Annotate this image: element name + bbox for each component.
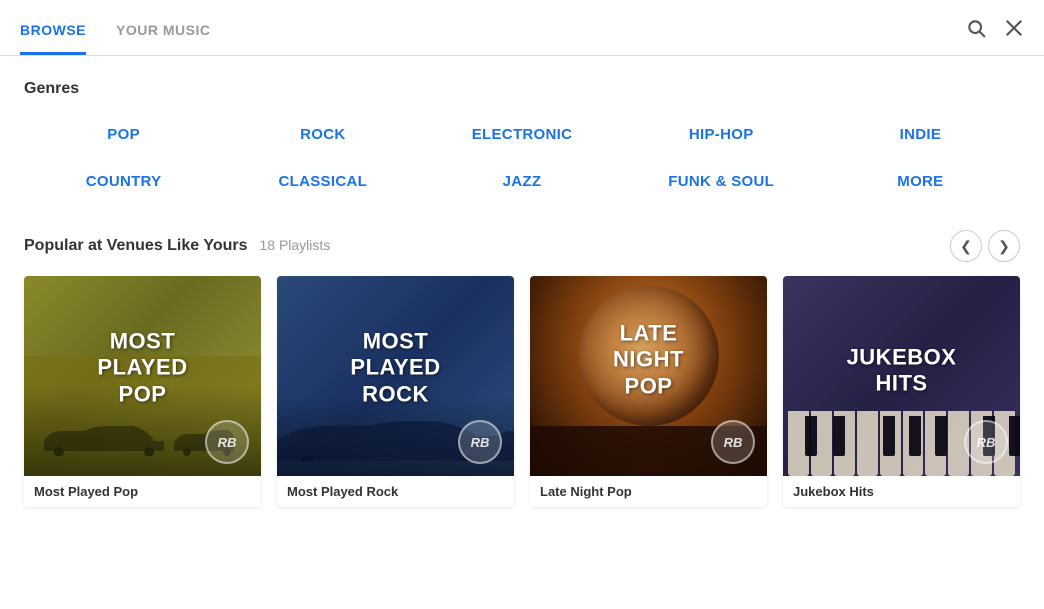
search-icon (966, 18, 986, 38)
genres-title: Genres (24, 80, 1020, 98)
prev-arrow-icon: ❮ (960, 238, 972, 255)
playlist-name-2: Most Played Rock (277, 476, 514, 507)
popular-count: 18 Playlists (259, 237, 330, 253)
genre-item-electronic[interactable]: ELECTRONIC (422, 118, 621, 151)
playlist-label-4: JUKEBOX HITS (842, 344, 961, 397)
close-button[interactable] (1004, 18, 1024, 38)
genre-item-pop[interactable]: POP (24, 118, 223, 151)
genre-item-country[interactable]: COUNTRY (24, 165, 223, 198)
top-navigation: BROWSE YOUR MUSIC (0, 0, 1044, 56)
popular-header: Popular at Venues Like Yours 18 Playlist… (24, 230, 1020, 262)
playlist-name-1: Most Played Pop (24, 476, 261, 507)
rb-badge-4: RB (964, 420, 1008, 464)
rb-badge-1: RB (205, 420, 249, 464)
playlist-name-3: Late Night Pop (530, 476, 767, 507)
nav-tabs: BROWSE YOUR MUSIC (20, 0, 210, 55)
next-arrow-icon: ❯ (998, 238, 1010, 255)
playlist-label-3: LATE NIGHT POP (589, 320, 708, 399)
genre-item-jazz[interactable]: JAZZ (422, 165, 621, 198)
playlist-thumbnail-2: MOST PLAYED ROCK RB (277, 276, 514, 476)
playlist-name-4: Jukebox Hits (783, 476, 1020, 507)
playlist-card-jukebox-hits[interactable]: JUKEBOX HITS RB Jukebox Hits (783, 276, 1020, 507)
rb-badge-2: RB (458, 420, 502, 464)
playlist-nav-arrows: ❮ ❯ (950, 230, 1020, 262)
next-arrow-button[interactable]: ❯ (988, 230, 1020, 262)
popular-title: Popular at Venues Like Yours (24, 237, 247, 255)
close-icon (1004, 18, 1024, 38)
playlist-thumbnail-4: JUKEBOX HITS RB (783, 276, 1020, 476)
playlist-card-most-played-rock[interactable]: MOST PLAYED ROCK RB Most Played Rock (277, 276, 514, 507)
tab-browse[interactable]: BROWSE (20, 22, 86, 55)
popular-title-area: Popular at Venues Like Yours 18 Playlist… (24, 237, 330, 255)
playlists-row: MOST PLAYED POP RB Most Played Pop (24, 276, 1020, 507)
playlist-thumbnail-1: MOST PLAYED POP RB (24, 276, 261, 476)
nav-icons (966, 18, 1024, 38)
playlist-card-most-played-pop[interactable]: MOST PLAYED POP RB Most Played Pop (24, 276, 261, 507)
genre-item-classical[interactable]: CLASSICAL (223, 165, 422, 198)
genre-item-hip-hop[interactable]: HIP-HOP (622, 118, 821, 151)
genre-item-funk-soul[interactable]: FUNK & SOUL (622, 165, 821, 198)
search-button[interactable] (966, 18, 986, 38)
playlist-label-2: MOST PLAYED ROCK (336, 328, 455, 407)
playlist-label-1: MOST PLAYED POP (83, 328, 202, 407)
rb-badge-3: RB (711, 420, 755, 464)
tab-your-music[interactable]: YOUR MUSIC (116, 22, 210, 55)
genre-item-indie[interactable]: INDIE (821, 118, 1020, 151)
genre-item-rock[interactable]: ROCK (223, 118, 422, 151)
main-content: Genres POP ROCK ELECTRONIC HIP-HOP INDIE… (0, 56, 1044, 609)
prev-arrow-button[interactable]: ❮ (950, 230, 982, 262)
genre-item-more[interactable]: MORE (821, 165, 1020, 198)
playlist-thumbnail-3: LATE NIGHT POP RB (530, 276, 767, 476)
playlist-card-late-night-pop[interactable]: LATE NIGHT POP RB Late Night Pop (530, 276, 767, 507)
genre-grid: POP ROCK ELECTRONIC HIP-HOP INDIE COUNTR… (24, 118, 1020, 198)
